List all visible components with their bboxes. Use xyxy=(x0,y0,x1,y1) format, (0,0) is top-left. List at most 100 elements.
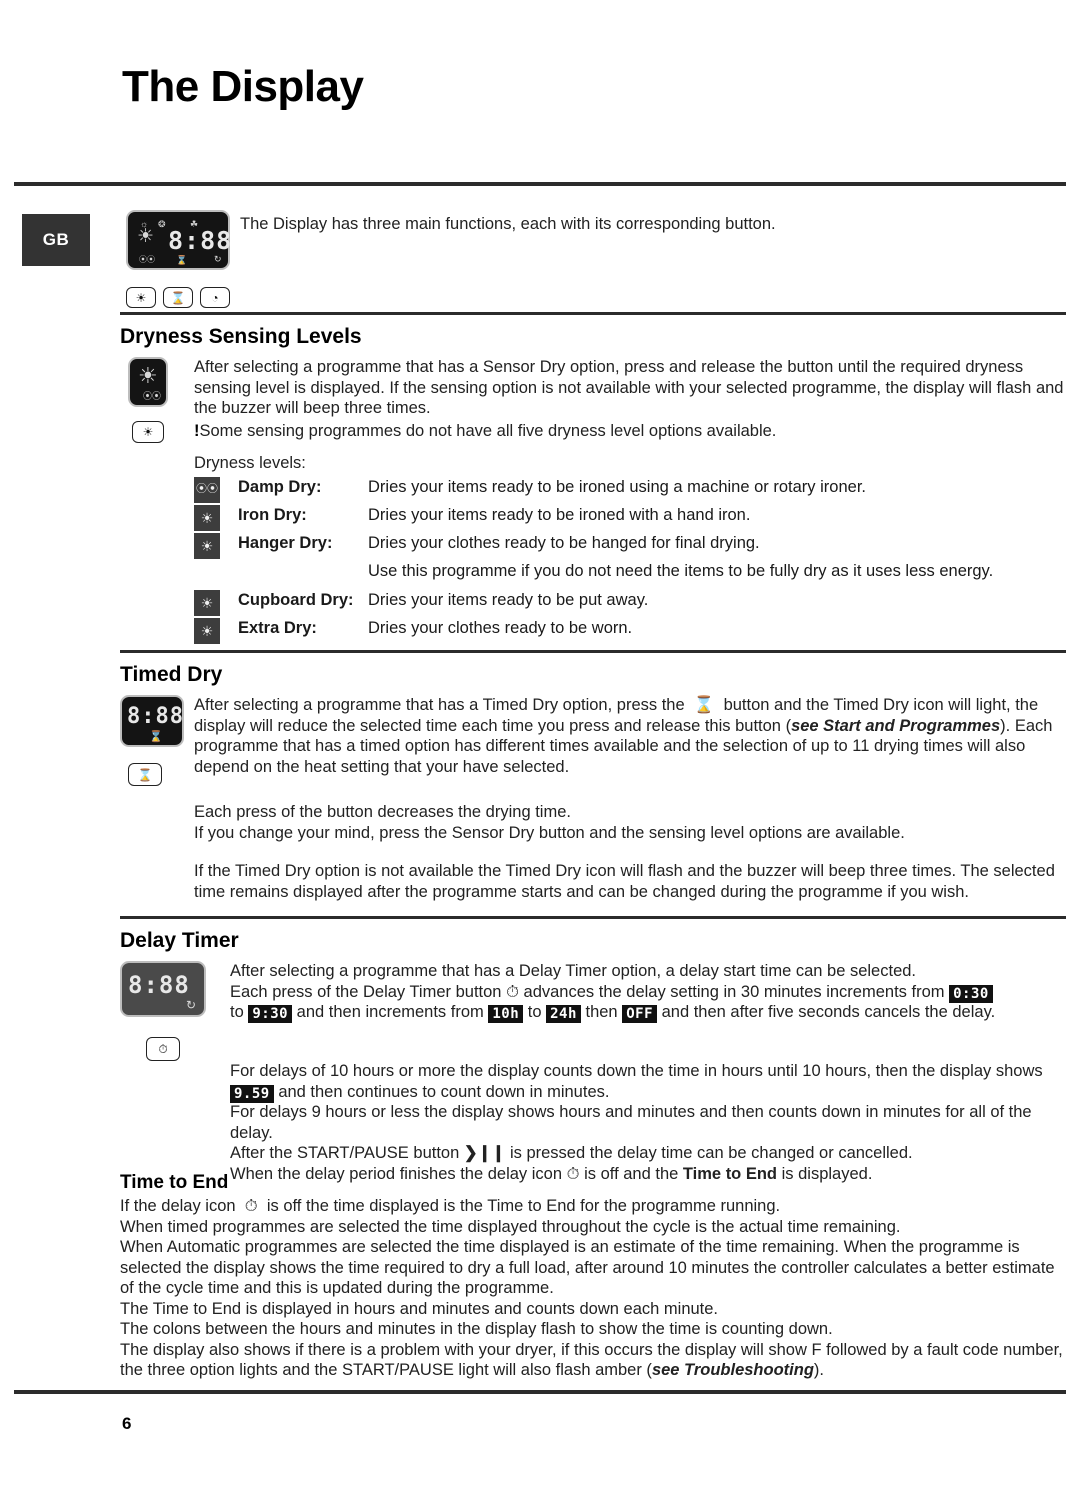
delay-line-4: For delays of 10 hours or more the displ… xyxy=(230,1061,1066,1103)
timed-dry-line-2: If you change your mind, press the Senso… xyxy=(194,823,905,842)
dryness-levels-label: Dryness levels: xyxy=(194,454,306,472)
level-description: Dries your items ready to be put away. xyxy=(368,590,649,609)
tte1-b: is off the time displayed is the Time to… xyxy=(266,1197,781,1215)
section-divider xyxy=(120,312,1066,315)
cupboard-dry-icon-cell: ☀ xyxy=(194,583,238,617)
delay-timer-text-block: After selecting a programme that has a D… xyxy=(230,961,1066,1023)
timed-dry-button[interactable]: ⌛ xyxy=(163,287,193,308)
display-button-row: ☀ ⌛ ◔ xyxy=(126,287,230,308)
level-description: Dries your items ready to be ironed with… xyxy=(368,505,751,524)
fan-icon: ❂ xyxy=(158,219,166,229)
delay-line-1: After selecting a programme that has a D… xyxy=(230,962,917,980)
timed-dry-line-1: Each press of the button decreases the d… xyxy=(194,803,571,821)
td-p1-italic: see Start and Programmes xyxy=(791,716,1001,735)
delay-timer-icon-stack: 8:88 ↻ ⏱ xyxy=(120,961,230,1061)
tte-line-2: When timed programmes are selected the t… xyxy=(120,1217,901,1236)
dl4-a: For delays of 10 hours or more the displ… xyxy=(230,1062,1043,1080)
clock-icon: ◔ xyxy=(211,290,219,305)
tte1-a: If the delay icon xyxy=(120,1197,236,1215)
iron-dry-icon: ☀ xyxy=(194,504,220,531)
hourglass-icon: ⌛ xyxy=(689,696,719,714)
hourglass-icon: ⌛ xyxy=(176,255,188,265)
hanger-dry-icon-cell: ☀ xyxy=(194,532,238,560)
sensor-dry-button[interactable]: ☀ xyxy=(126,287,156,308)
timed-dry-button[interactable]: ⌛ xyxy=(128,763,162,786)
display-segment-value: 8:88 xyxy=(128,971,190,999)
cupboard-dry-icon: ☀ xyxy=(194,589,220,616)
delay-clock-icon: ⏱ xyxy=(240,1197,263,1215)
damp-dry-icon-cell: ⦿⦿ xyxy=(194,476,238,504)
extra-dry-icon-cell: ☀ xyxy=(194,617,238,645)
hanger-dry-icon: ☀ xyxy=(194,532,220,559)
display-segment-value: 8:88 xyxy=(168,226,233,255)
top-divider xyxy=(14,182,1066,186)
timed-dry-extra-text: Each press of the button decreases the d… xyxy=(194,802,1066,902)
delay-timer-section: Delay Timer 8:88 ↻ ⏱ After selecting a p… xyxy=(120,916,1066,1184)
main-display-graphic: ☼ ❂ ☘ ☀ ⦿⦿ 8:88 ⌛ ↻ xyxy=(126,210,233,270)
water-drops-icon: ⦿⦿ xyxy=(143,391,162,401)
badge-9-59: 9.59 xyxy=(230,1084,274,1103)
dryness-levels-block: Dryness levels: ⦿⦿ Damp Dry: Dries your … xyxy=(194,453,1066,645)
table-row: ⦿⦿ Damp Dry: Dries your items ready to b… xyxy=(194,476,993,504)
timed-dry-paragraph-1: After selecting a programme that has a T… xyxy=(194,695,1066,777)
dryness-section: Dryness Sensing Levels ☀ ⦿⦿ ☀ After sele… xyxy=(120,312,1066,645)
badge-24h: 24h xyxy=(546,1005,581,1023)
dryness-note-text: Some sensing programmes do not have all … xyxy=(199,421,777,440)
tte-line-5: The colons between the hours and minutes… xyxy=(120,1320,833,1338)
water-drops-icon: ⦿⦿ xyxy=(196,483,218,495)
level-label: Damp Dry: xyxy=(238,477,322,496)
dl3-c: to xyxy=(527,1003,542,1021)
dl3-b: and then increments from xyxy=(296,1003,484,1021)
start-pause-icon: ❯❙❙ xyxy=(463,1144,506,1162)
dryness-icon-stack: ☀ ⦿⦿ ☀ xyxy=(120,357,194,443)
dl6-a: After the START/PAUSE button xyxy=(230,1144,460,1162)
damp-dry-icon: ⦿⦿ xyxy=(194,476,220,503)
delay-clock-icon: ↻ xyxy=(214,254,222,264)
delay-timer-button[interactable]: ◔ xyxy=(200,287,230,308)
sensor-dry-button[interactable]: ☀ xyxy=(132,421,164,443)
extra-dry-icon: ☀ xyxy=(194,617,220,644)
sun-half-icon: ☀ xyxy=(200,594,214,611)
badge-off: OFF xyxy=(622,1005,658,1023)
level-label: Cupboard Dry: xyxy=(238,590,354,609)
dl2-b: advances the delay setting in 30 minutes… xyxy=(523,982,945,1001)
table-row: ☀ Iron Dry: Dries your items ready to be… xyxy=(194,504,993,532)
display-segment-value: 8:88 xyxy=(127,704,184,729)
level-label: Iron Dry: xyxy=(238,505,307,524)
timed-dry-paragraph-3: If the Timed Dry option is not available… xyxy=(194,862,1055,901)
level-description-line1: Dries your clothes ready to be hanged fo… xyxy=(368,533,760,552)
intro-text-block: The Display has three main functions, ea… xyxy=(240,214,1066,235)
time-to-end-section: Time to End If the delay icon ⏱ is off t… xyxy=(120,1168,1066,1381)
level-description: Dries your clothes ready to be hanged fo… xyxy=(368,532,993,560)
hourglass-icon: ⌛ xyxy=(170,290,186,305)
document-page: The Display GB ☼ ❂ ☘ ☀ ⦿⦿ 8:88 ⌛ ↻ ☀ ⌛ ◔… xyxy=(0,0,1080,1503)
dryness-heading: Dryness Sensing Levels xyxy=(120,325,362,348)
badge-10h: 10h xyxy=(488,1005,524,1023)
delay-timer-display-graphic: 8:88 ↻ xyxy=(120,961,206,1017)
dryness-paragraph: After selecting a programme that has a S… xyxy=(194,358,1064,417)
bottom-divider xyxy=(14,1390,1066,1394)
tte-line-3: When Automatic programmes are selected t… xyxy=(120,1238,1055,1297)
dryness-note: !Some sensing programmes do not have all… xyxy=(194,421,1066,442)
hourglass-icon: ⌛ xyxy=(137,767,153,782)
level-description: Dries your items ready to be ironed usin… xyxy=(368,477,866,496)
sensor-display-graphic: ☀ ⦿⦿ xyxy=(128,357,168,407)
delay-line-5: For delays 9 hours or less the display s… xyxy=(230,1103,1032,1142)
dl3-e: and then after five seconds cancels the … xyxy=(661,1003,996,1021)
table-row: Use this programme if you do not need th… xyxy=(194,560,993,583)
timed-dry-heading: Timed Dry xyxy=(120,663,223,686)
table-row: ☀ Extra Dry: Dries your clothes ready to… xyxy=(194,617,993,645)
level-label: Extra Dry: xyxy=(238,618,317,637)
sun-quarter-icon: ☀ xyxy=(200,537,214,554)
dl6-b: is pressed the delay time can be changed… xyxy=(509,1144,913,1162)
delay-line-3: to 9:30 and then increments from 10h to … xyxy=(230,1002,1066,1023)
page-title: The Display xyxy=(122,62,364,111)
timed-dry-icon-stack: 8:88 ⌛ ⌛ xyxy=(120,695,194,786)
clock-icon: ⏱ xyxy=(158,1042,168,1056)
sun-full-icon: ☀ xyxy=(200,622,214,639)
level-description-line2: Use this programme if you do not need th… xyxy=(368,561,994,580)
tte6-b: ). xyxy=(813,1361,824,1379)
dryness-text-block: After selecting a programme that has a S… xyxy=(194,357,1066,441)
sun-outline-icon: ☀ xyxy=(200,509,214,526)
delay-timer-button[interactable]: ⏱ xyxy=(146,1037,180,1061)
